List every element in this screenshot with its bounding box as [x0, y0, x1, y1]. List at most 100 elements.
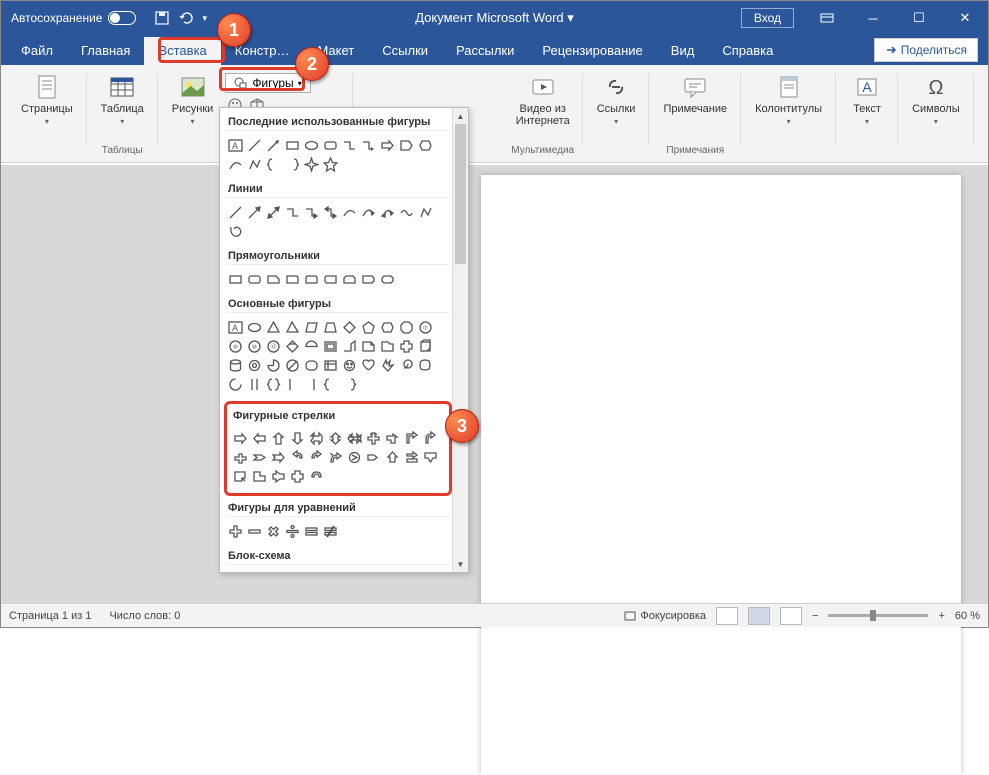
read-mode-button[interactable]: [716, 607, 738, 625]
line6[interactable]: [321, 203, 339, 221]
zoom-slider[interactable]: [828, 614, 928, 617]
brace-shape[interactable]: [264, 155, 282, 173]
curve-shape[interactable]: [226, 155, 244, 173]
pentagon-shape[interactable]: [397, 136, 415, 154]
a15[interactable]: [288, 448, 306, 466]
maximize-icon[interactable]: ☐: [896, 1, 942, 35]
a2[interactable]: [250, 429, 268, 447]
zoom-level[interactable]: 60 %: [955, 610, 980, 622]
table-button[interactable]: Таблица ▾: [93, 69, 152, 130]
links-button[interactable]: Ссылки ▾: [589, 69, 644, 130]
b17[interactable]: [321, 337, 339, 355]
b21[interactable]: [397, 337, 415, 355]
eq-not-equals[interactable]: [321, 522, 339, 540]
eq-plus[interactable]: [226, 522, 244, 540]
eq-multiply[interactable]: [264, 522, 282, 540]
b2[interactable]: [245, 318, 263, 336]
symbols-button[interactable]: Ω Символы ▾: [904, 69, 968, 130]
zoom-out-button[interactable]: −: [812, 610, 818, 622]
b7[interactable]: [340, 318, 358, 336]
status-page[interactable]: Страница 1 из 1: [9, 610, 91, 622]
close-icon[interactable]: ✕: [942, 1, 988, 35]
hexagon-shape[interactable]: [416, 136, 434, 154]
web-layout-button[interactable]: [780, 607, 802, 625]
tab-references[interactable]: Ссылки: [368, 37, 442, 65]
b19[interactable]: [359, 337, 377, 355]
a11[interactable]: [421, 429, 439, 447]
tab-insert[interactable]: Вставка: [144, 37, 220, 65]
header-footer-button[interactable]: Колонтитулы ▾: [747, 69, 830, 130]
line2[interactable]: [245, 203, 263, 221]
tab-help[interactable]: Справка: [708, 37, 787, 65]
a25[interactable]: [269, 467, 287, 485]
b20[interactable]: [378, 337, 396, 355]
oval-shape[interactable]: [302, 136, 320, 154]
line7[interactable]: [340, 203, 358, 221]
a16[interactable]: [307, 448, 325, 466]
pictures-button[interactable]: Рисунки ▾: [164, 69, 222, 139]
rect-shape[interactable]: [283, 136, 301, 154]
freeform-shape[interactable]: [245, 155, 263, 173]
scrollbar[interactable]: ▲ ▼: [452, 108, 468, 572]
b8[interactable]: [359, 318, 377, 336]
autosave-toggle[interactable]: Автосохранение: [1, 11, 146, 25]
scroll-thumb[interactable]: [455, 124, 466, 264]
a9[interactable]: [383, 429, 401, 447]
tab-view[interactable]: Вид: [657, 37, 709, 65]
b25[interactable]: [264, 356, 282, 374]
print-layout-button[interactable]: [748, 607, 770, 625]
line8[interactable]: [359, 203, 377, 221]
a13[interactable]: [250, 448, 268, 466]
b39[interactable]: [321, 375, 339, 393]
a1[interactable]: [231, 429, 249, 447]
a8[interactable]: [364, 429, 382, 447]
b30[interactable]: [359, 356, 377, 374]
a7[interactable]: [345, 429, 363, 447]
textbox-shape[interactable]: A: [226, 136, 244, 154]
a27[interactable]: [307, 467, 325, 485]
line5[interactable]: [302, 203, 320, 221]
b27[interactable]: [302, 356, 320, 374]
b18[interactable]: [340, 337, 358, 355]
rect5[interactable]: [302, 270, 320, 288]
scroll-down-icon[interactable]: ▼: [453, 556, 468, 572]
b34[interactable]: [226, 375, 244, 393]
b22[interactable]: [416, 337, 434, 355]
qat-more-icon[interactable]: ▾: [202, 13, 207, 24]
star5-shape[interactable]: [321, 155, 339, 173]
b37[interactable]: [283, 375, 301, 393]
share-button[interactable]: Поделиться: [874, 38, 978, 62]
b11[interactable]: ⑦: [416, 318, 434, 336]
b29[interactable]: [340, 356, 358, 374]
b35[interactable]: [245, 375, 263, 393]
tab-review[interactable]: Рецензирование: [528, 37, 656, 65]
rect3[interactable]: [264, 270, 282, 288]
a17[interactable]: [326, 448, 344, 466]
ribbon-display-icon[interactable]: [804, 1, 850, 35]
rect4[interactable]: [283, 270, 301, 288]
line4[interactable]: [283, 203, 301, 221]
minimize-icon[interactable]: ─: [850, 1, 896, 35]
b40[interactable]: [340, 375, 358, 393]
a3[interactable]: [269, 429, 287, 447]
eq-divide[interactable]: [283, 522, 301, 540]
eq-minus[interactable]: [245, 522, 263, 540]
a12[interactable]: [231, 448, 249, 466]
rect9[interactable]: [378, 270, 396, 288]
b13[interactable]: ⑩: [245, 337, 263, 355]
rounded-rect-shape[interactable]: [321, 136, 339, 154]
rect7[interactable]: [340, 270, 358, 288]
shapes-dropdown-button[interactable]: Фигуры ▾: [225, 73, 310, 93]
document-page[interactable]: [481, 175, 961, 775]
b24[interactable]: [245, 356, 263, 374]
connector2-shape[interactable]: [359, 136, 377, 154]
b23[interactable]: [226, 356, 244, 374]
tab-mailings[interactable]: Рассылки: [442, 37, 528, 65]
status-word-count[interactable]: Число слов: 0: [109, 610, 180, 622]
rect2[interactable]: [245, 270, 263, 288]
b28[interactable]: [321, 356, 339, 374]
online-video-button[interactable]: Видео из Интернета: [509, 69, 577, 131]
rect6[interactable]: [321, 270, 339, 288]
brace2-shape[interactable]: [283, 155, 301, 173]
b26[interactable]: [283, 356, 301, 374]
